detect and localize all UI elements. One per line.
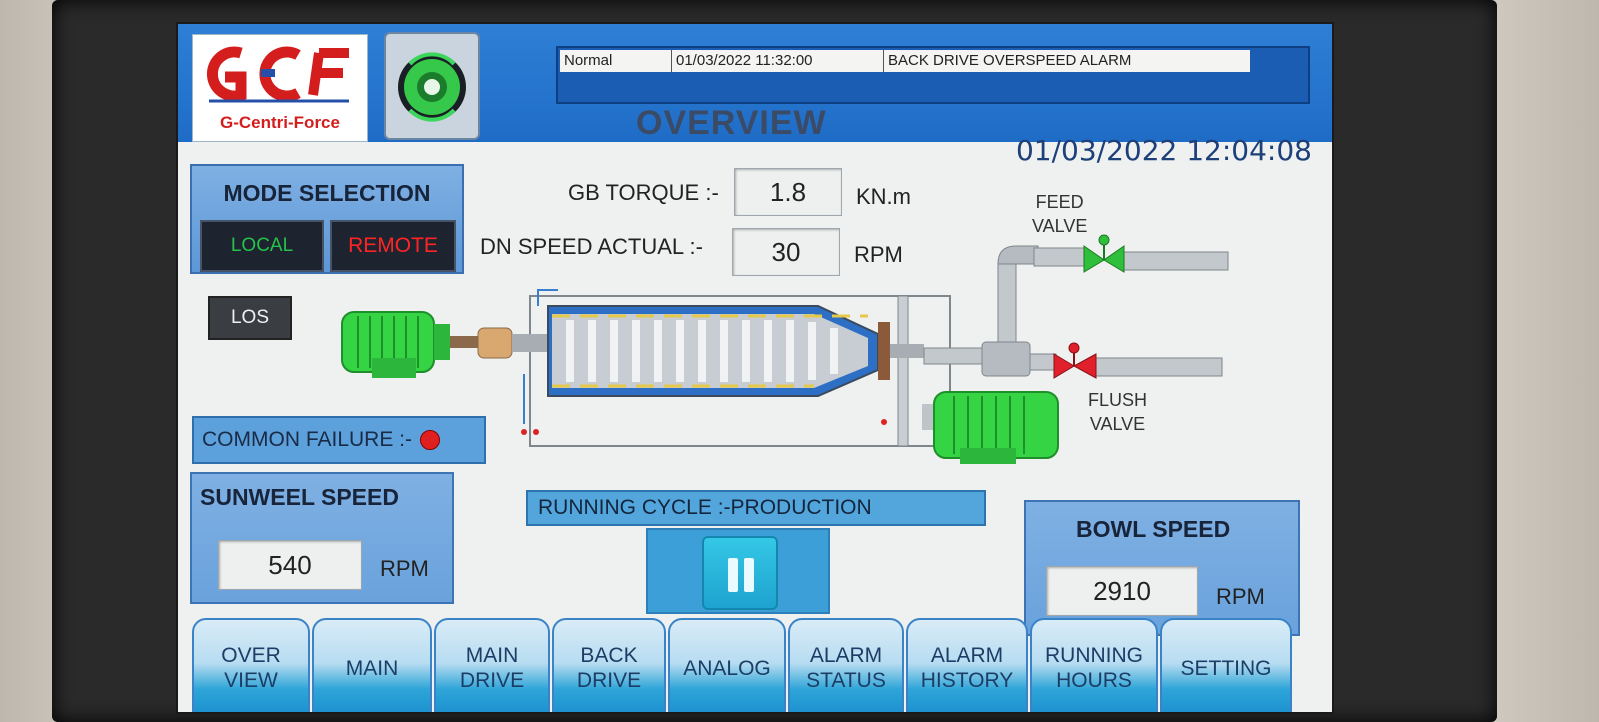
navigation-tab-bar: OVER VIEW MAIN MAIN DRIVE BACK DRIVE ANA… bbox=[188, 618, 1332, 712]
bowl-speed-panel: BOWL SPEED 2910 RPM bbox=[1024, 500, 1300, 636]
bowl-speed-unit: RPM bbox=[1216, 584, 1265, 609]
sunwheel-speed-panel: SUNWEEL SPEED 540 RPM bbox=[190, 472, 454, 604]
common-failure-label: COMMON FAILURE :- bbox=[202, 428, 413, 451]
pause-icon bbox=[728, 558, 738, 592]
tab-setting[interactable]: SETTING bbox=[1160, 618, 1292, 712]
common-failure-indicator: COMMON FAILURE :- bbox=[192, 416, 486, 464]
running-cycle-status: RUNNING CYCLE :-PRODUCTION bbox=[526, 490, 986, 526]
feed-valve-icon bbox=[1083, 234, 1125, 273]
tab-back-drive[interactable]: BACK DRIVE bbox=[552, 618, 666, 712]
tab-main[interactable]: MAIN bbox=[312, 618, 432, 712]
sunwheel-speed-title: SUNWEEL SPEED bbox=[200, 484, 399, 510]
tab-alarm-status[interactable]: ALARM STATUS bbox=[788, 618, 904, 712]
failure-status-lamp-icon bbox=[420, 430, 441, 450]
bowl-speed-value: 2910 bbox=[1046, 566, 1198, 616]
decanter-bowl-icon bbox=[512, 289, 924, 435]
flush-valve-icon bbox=[1053, 342, 1097, 379]
main-drive-motor-icon bbox=[341, 311, 513, 378]
sunwheel-speed-value: 540 bbox=[218, 540, 362, 590]
tab-running-hours[interactable]: RUNNING HOURS bbox=[1030, 618, 1158, 712]
pause-button[interactable] bbox=[702, 536, 778, 610]
hmi-screen: G-Centri-Force Normal 01/03/2022 11:32:0… bbox=[176, 22, 1334, 714]
back-drive-motor-icon bbox=[922, 391, 1059, 464]
tab-overview[interactable]: OVER VIEW bbox=[192, 618, 310, 712]
bowl-speed-title: BOWL SPEED bbox=[1076, 516, 1231, 542]
pipework bbox=[923, 245, 1229, 377]
tab-main-drive[interactable]: MAIN DRIVE bbox=[434, 618, 550, 712]
feed-valve-label: FEED VALVE bbox=[1032, 192, 1088, 236]
sunwheel-speed-unit: RPM bbox=[380, 556, 429, 581]
cycle-control-tile bbox=[646, 528, 830, 614]
tab-analog[interactable]: ANALOG bbox=[668, 618, 786, 712]
flush-valve-label: FLUSH VALVE bbox=[1088, 390, 1148, 434]
tab-alarm-history[interactable]: ALARM HISTORY bbox=[906, 618, 1028, 712]
